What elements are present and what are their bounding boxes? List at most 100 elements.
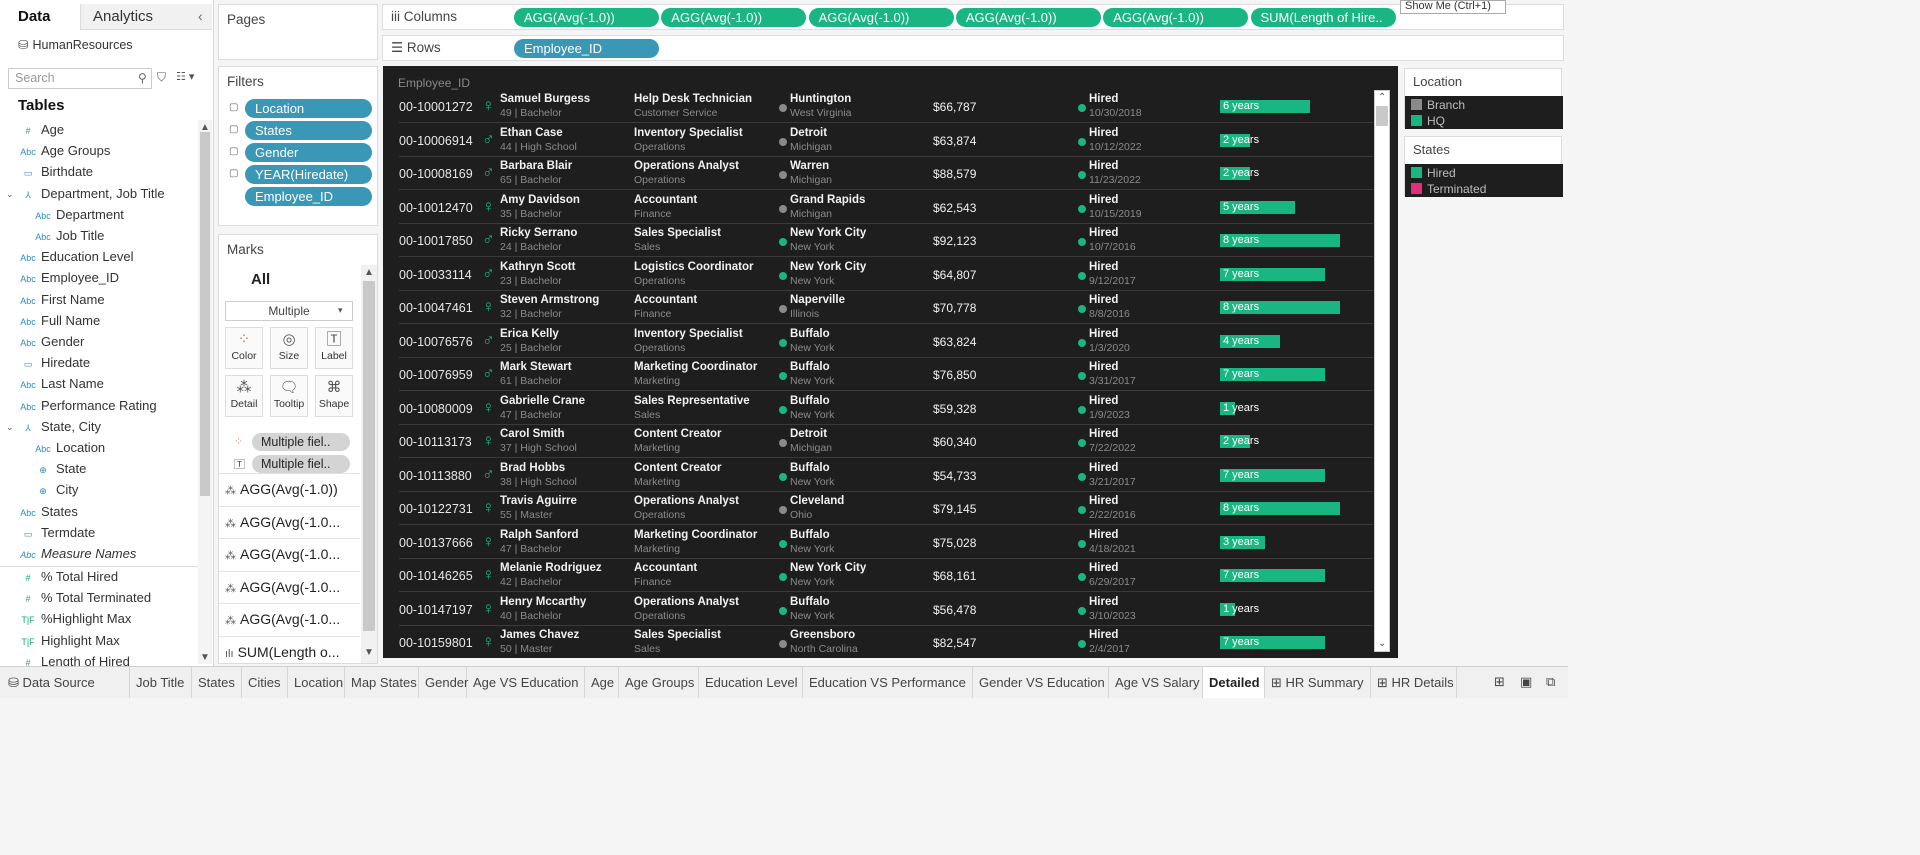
rows-shelf[interactable]: ☰ Rows Employee_ID xyxy=(382,35,1564,61)
sheet-tab-states[interactable]: States xyxy=(192,667,242,698)
field-education-level[interactable]: Abc Education Level xyxy=(18,249,133,264)
scroll-up-icon[interactable]: ▲ xyxy=(200,122,210,133)
measure--total-terminated[interactable]: # % Total Terminated xyxy=(18,590,151,605)
filter-pill-year-hiredate-[interactable]: YEAR(Hiredate) xyxy=(245,165,372,184)
sheet-tab-age[interactable]: Age xyxy=(585,667,619,698)
sheet-tab-cities[interactable]: Cities xyxy=(242,667,288,698)
sheet-tab-hr-details[interactable]: ⊞ HR Details xyxy=(1371,667,1457,698)
field-birthdate[interactable]: ▭ Birthdate xyxy=(18,164,93,179)
scroll-down-icon[interactable]: ▼ xyxy=(364,647,374,658)
scroll-down-icon[interactable]: ⌄ xyxy=(1378,638,1386,649)
marks-scroll-thumb[interactable] xyxy=(363,281,375,631)
table-row[interactable]: 00-10146265 ♀ Melanie Rodriguez 42 | Bachel… xyxy=(383,559,1373,592)
sheet-tab-detailed[interactable]: Detailed xyxy=(1203,667,1265,698)
legend-item-branch[interactable]: Branch xyxy=(1411,98,1465,112)
sheet-tab-age-vs-salary[interactable]: Age VS Salary xyxy=(1109,667,1203,698)
marks-field-pill[interactable]: Multiple fiel.. xyxy=(252,433,350,451)
collapse-pane-icon[interactable]: ‹ xyxy=(198,8,203,24)
legend-item-hq[interactable]: HQ xyxy=(1411,114,1445,128)
view-scroll-thumb[interactable] xyxy=(1376,106,1388,126)
columns-shelf[interactable]: iii Columns AGG(Avg(-1.0)) AGG(Avg(-1.0))… xyxy=(382,4,1564,30)
search-icon[interactable]: ⚲ xyxy=(138,71,147,85)
table-row[interactable]: 00-10008169 ♂ Barbara Blair 65 | Bachelor Op… xyxy=(383,157,1373,190)
columns-pill[interactable]: AGG(Avg(-1.0)) xyxy=(1103,8,1249,27)
marks-field-pill[interactable]: Multiple fiel.. xyxy=(252,455,350,473)
pages-card[interactable]: Pages xyxy=(218,4,378,60)
table-row[interactable]: 00-10137666 ♀ Ralph Sanford 47 | Bachelor Ma… xyxy=(383,526,1373,559)
shape-button[interactable]: ⌘ Shape xyxy=(315,375,353,417)
worksheet-view[interactable]: Employee_ID 00-10001272 ♀ Samuel Burgess 49… xyxy=(383,66,1398,658)
chevron-down-icon[interactable]: ▾ xyxy=(338,305,343,316)
field-job-title[interactable]: Abc Job Title xyxy=(33,228,104,243)
legend-item-terminated[interactable]: Terminated xyxy=(1411,182,1486,196)
marks-card-tab[interactable]: ⁂ AGG(Avg(-1.0)) xyxy=(219,473,360,505)
columns-pill[interactable]: AGG(Avg(-1.0)) xyxy=(514,8,659,27)
new-story-icon[interactable]: ⧉ xyxy=(1546,674,1555,690)
field-first-name[interactable]: Abc First Name xyxy=(18,292,104,307)
table-row[interactable]: 00-10122731 ♀ Travis Aguirre 55 | Master Ope… xyxy=(383,492,1373,525)
label-button[interactable]: 🅃 Label xyxy=(315,327,353,369)
table-row[interactable]: 00-10006914 ♂ Ethan Case 44 | High School In… xyxy=(383,124,1373,157)
table-row[interactable]: 00-10080009 ♀ Gabrielle Crane 47 | Bachelor… xyxy=(383,392,1373,425)
table-row[interactable]: 00-10033114 ♂ Kathryn Scott 23 | Bachelor Lo… xyxy=(383,258,1373,291)
columns-pill[interactable]: AGG(Avg(-1.0)) xyxy=(808,8,954,27)
field-states[interactable]: Abc States xyxy=(18,504,78,519)
legend-item-hired[interactable]: Hired xyxy=(1411,166,1456,180)
field-measure-names[interactable]: Abc Measure Names xyxy=(18,546,136,561)
measure-highlight-max[interactable]: T|F Highlight Max xyxy=(18,633,119,648)
field-performance-rating[interactable]: Abc Performance Rating xyxy=(18,398,156,413)
columns-pill[interactable]: AGG(Avg(-1.0)) xyxy=(955,8,1101,27)
new-dashboard-icon[interactable]: ▣ xyxy=(1520,674,1532,690)
field-state-city[interactable]: ⌄ ⅄ State, City xyxy=(6,419,101,434)
sheet-tab-age-groups[interactable]: Age Groups xyxy=(619,667,699,698)
marks-all-label[interactable]: All xyxy=(251,271,270,288)
expand-toggle-icon[interactable]: ⌄ xyxy=(6,189,14,200)
scroll-up-icon[interactable]: ▲ xyxy=(364,267,374,278)
states-legend[interactable]: States Hired Terminated xyxy=(1404,136,1563,197)
data-tab[interactable]: Data xyxy=(0,4,80,30)
table-row[interactable]: 00-10076576 ♂ Erica Kelly 25 | Bachelor Inve… xyxy=(383,325,1373,358)
field-last-name[interactable]: Abc Last Name xyxy=(18,376,104,391)
size-button[interactable]: ◎ Size xyxy=(270,327,308,369)
data-source-tab[interactable]: ⛁ Data Source xyxy=(0,667,130,698)
search-input[interactable]: Search xyxy=(8,68,152,89)
color-button[interactable]: ⁘ Color xyxy=(225,327,263,369)
field-department[interactable]: Abc Department xyxy=(33,207,124,222)
sheet-tab-education-level[interactable]: Education Level xyxy=(699,667,803,698)
field-hiredate[interactable]: ▭ Hiredate xyxy=(18,355,90,370)
field-age-groups[interactable]: Abc Age Groups xyxy=(18,143,110,158)
marks-card-tab[interactable]: ⁂ AGG(Avg(-1.0... xyxy=(219,603,360,635)
sheet-tab-age-vs-education[interactable]: Age VS Education xyxy=(467,667,585,698)
field-list-scroll-thumb[interactable] xyxy=(200,132,210,496)
filter-icon[interactable]: ⛉ xyxy=(157,70,166,85)
field-city[interactable]: ⊕ City xyxy=(33,482,78,497)
field-location[interactable]: Abc Location xyxy=(33,440,105,455)
sheet-tab-job-title[interactable]: Job Title xyxy=(130,667,192,698)
filters-card[interactable]: Filters ▢ Location ▢ States ▢ Gender ▢ YEAR(Hir… xyxy=(218,66,378,226)
filter-pill-states[interactable]: States xyxy=(245,121,372,140)
table-row[interactable]: 00-10001272 ♀ Samuel Burgess 49 | Bachelor H… xyxy=(383,90,1373,123)
field-age[interactable]: # Age xyxy=(18,122,64,137)
sheet-tab-gender-vs-education[interactable]: Gender VS Education xyxy=(973,667,1109,698)
table-row[interactable]: 00-10113880 ♂ Brad Hobbs 38 | High School Co… xyxy=(383,459,1373,492)
scroll-up-icon[interactable]: ⌃ xyxy=(1378,92,1386,103)
table-row[interactable]: 00-10076959 ♂ Mark Stewart 61 | Bachelor Mar… xyxy=(383,358,1373,391)
table-row[interactable]: 00-10012470 ♀ Amy Davidson 35 | Bachelor Acc… xyxy=(383,191,1373,224)
detail-button[interactable]: ⁂ Detail xyxy=(225,375,263,417)
sheet-tab-gender[interactable]: Gender xyxy=(419,667,468,698)
scroll-down-icon[interactable]: ▼ xyxy=(200,652,210,663)
sheet-tab-map-states[interactable]: Map States xyxy=(345,667,419,698)
table-row[interactable]: 00-10147197 ♀ Henry Mccarthy 40 | Bachelor O… xyxy=(383,593,1373,626)
measure--highlight-max[interactable]: T|F %Highlight Max xyxy=(18,611,131,626)
mark-type-dropdown[interactable]: Multiple xyxy=(225,301,353,321)
field-state[interactable]: ⊕ State xyxy=(33,461,86,476)
marks-card-tab[interactable]: ⁂ AGG(Avg(-1.0... xyxy=(219,505,360,538)
datasource-item[interactable]: ⛁ HumanResources xyxy=(18,37,133,52)
rows-pill-employee-id[interactable]: Employee_ID xyxy=(514,39,659,58)
field-department-job-title[interactable]: ⌄ ⅄ Department, Job Title xyxy=(6,186,165,201)
new-worksheet-icon[interactable]: ⊞ xyxy=(1494,674,1505,690)
table-row[interactable]: 00-10047461 ♀ Steven Armstrong 32 | Bachelo… xyxy=(383,291,1373,324)
field-employee-id[interactable]: Abc Employee_ID xyxy=(18,270,119,285)
marks-card-tab[interactable]: ılı SUM(Length o... xyxy=(219,636,360,668)
columns-pill[interactable]: SUM(Length of Hire.. xyxy=(1250,8,1396,27)
